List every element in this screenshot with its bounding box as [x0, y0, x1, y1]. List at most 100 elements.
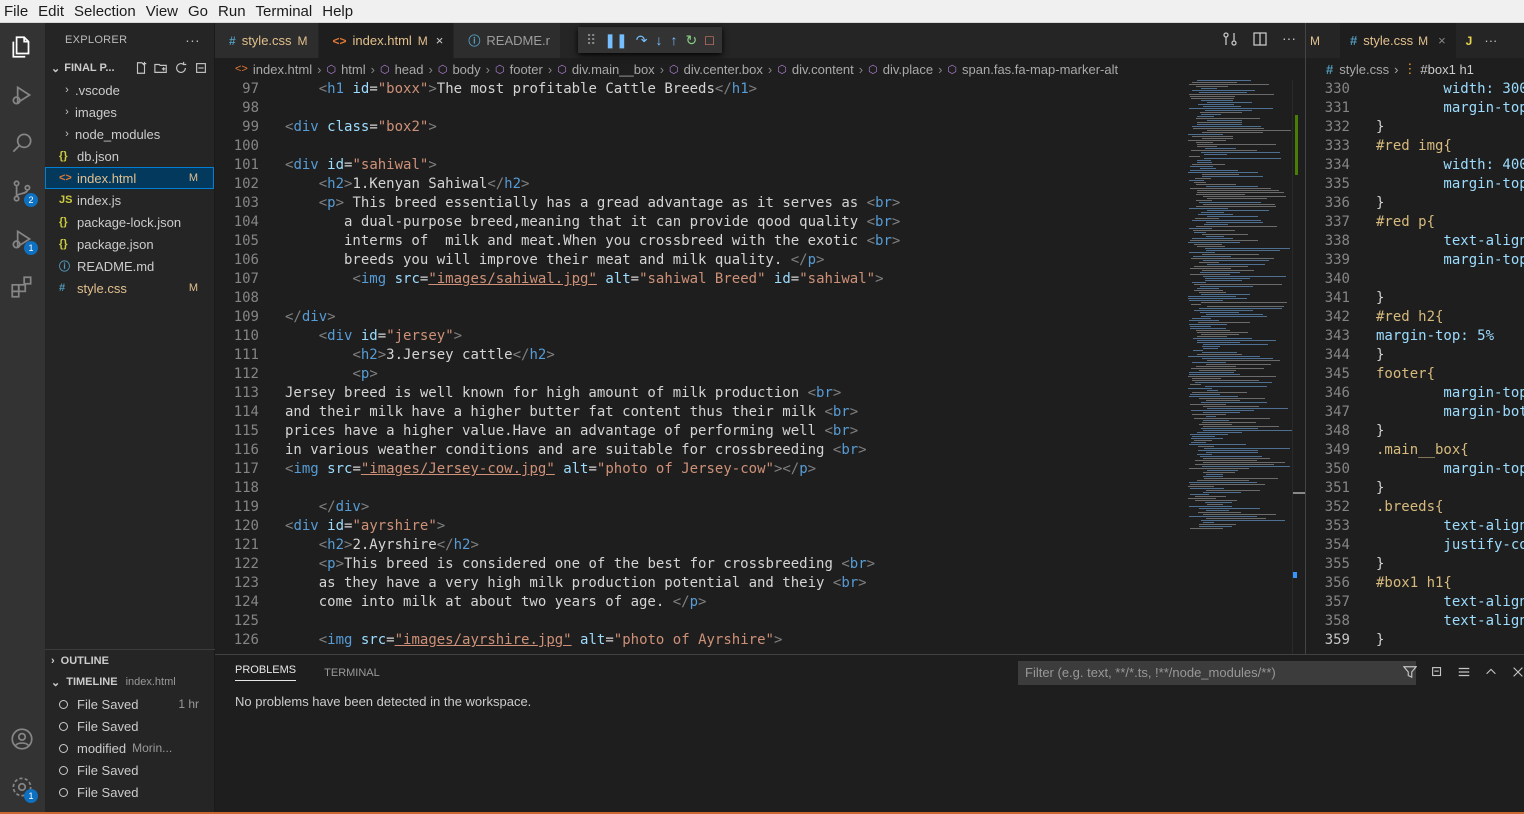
breadcrumb-item[interactable]: div.content	[792, 62, 854, 77]
breadcrumb-item[interactable]: div.place	[883, 62, 933, 77]
maximize-panel-icon[interactable]	[1484, 665, 1498, 679]
tab-index-html[interactable]: <> index.html M ×	[318, 23, 455, 58]
settings-gear-icon[interactable]: 1	[6, 771, 38, 803]
tree-item-index-js[interactable]: JS index.js	[45, 189, 214, 211]
explorer-title: EXPLORER ···	[45, 23, 214, 57]
tree-item-style-css[interactable]: # style.css M	[45, 277, 214, 299]
code-token: id	[765, 271, 791, 287]
menu-terminal[interactable]: Terminal	[252, 3, 319, 20]
debug-icon[interactable]: 1	[6, 223, 38, 255]
split-breadcrumb-file[interactable]: style.css	[1339, 62, 1389, 77]
close-panel-icon[interactable]	[1511, 665, 1524, 679]
breadcrumb-item[interactable]: span.fas.fa-map-marker-alt	[962, 62, 1118, 77]
tree-item-index-html[interactable]: <> index.html M	[45, 167, 214, 189]
extensions-icon[interactable]	[6, 271, 38, 303]
code-token: <	[352, 271, 361, 287]
line-content: interms of milk and meat.When you crossb…	[285, 232, 900, 251]
split-prev-tab-flag[interactable]: M	[1310, 34, 1320, 48]
code-token: >	[891, 233, 901, 249]
refresh-icon[interactable]	[174, 61, 188, 75]
tree-item-package-lock-json[interactable]: {} package-lock.json	[45, 211, 214, 233]
stop-icon[interactable]: □	[705, 32, 713, 48]
timeline-section[interactable]: ⌄ TIMELINE index.html	[45, 671, 215, 693]
tree-item-package-json[interactable]: {} package.json	[45, 233, 214, 255]
restart-icon[interactable]: ↻	[685, 32, 697, 49]
minimap-line	[1197, 124, 1242, 125]
tab-readme-r[interactable]: ⓘ README.r	[454, 23, 561, 58]
workspace-folder[interactable]: ⌄ FINAL P...	[45, 57, 214, 79]
tab-problems[interactable]: PROBLEMS	[235, 664, 297, 681]
timeline-item[interactable]: File Saved	[45, 715, 215, 737]
menu-help[interactable]: Help	[318, 3, 359, 20]
compare-changes-icon[interactable]	[1222, 31, 1238, 47]
step-out-icon[interactable]: ↑	[670, 32, 677, 48]
tree-item-readme-md[interactable]: ⓘ README.md	[45, 255, 214, 277]
timeline-item[interactable]: File Saved 1 hr	[45, 693, 215, 715]
run-debug-icon[interactable]	[6, 79, 38, 111]
timeline-item[interactable]: modified Morin...	[45, 737, 215, 759]
split-breadcrumb-selector[interactable]: #box1 h1	[1420, 62, 1474, 77]
step-into-icon[interactable]: ↓	[655, 32, 662, 48]
view-as-list-icon[interactable]	[1457, 665, 1471, 679]
search-icon[interactable]	[6, 127, 38, 159]
close-icon[interactable]: ×	[436, 33, 444, 48]
breadcrumb-item[interactable]: div.main__box	[572, 62, 655, 77]
timeline-item[interactable]: File Saved	[45, 759, 215, 781]
source-control-icon[interactable]: 2	[6, 175, 38, 207]
collapse-all-icon[interactable]	[194, 61, 208, 75]
menu-selection[interactable]: Selection	[70, 3, 142, 20]
breadcrumb-item[interactable]: body	[452, 62, 480, 77]
scm-badge: 2	[24, 193, 38, 207]
line-number: 353	[1324, 518, 1350, 534]
outline-section[interactable]: › OUTLINE	[45, 649, 215, 671]
tab-style-css[interactable]: # style.css M	[215, 23, 319, 58]
minimap[interactable]	[1180, 80, 1292, 654]
split-tab-style-css[interactable]: # style.css M ×	[1340, 23, 1456, 58]
minimap-line	[1202, 254, 1259, 255]
minimap-line	[1197, 190, 1279, 191]
code-token: >	[891, 214, 901, 230]
more-actions-icon[interactable]: ···	[1282, 31, 1296, 47]
menu-view[interactable]: View	[142, 3, 184, 20]
drag-handle-icon[interactable]: ⠿	[586, 32, 596, 49]
tab-terminal[interactable]: TERMINAL	[324, 667, 380, 679]
breadcrumb-item[interactable]: html	[341, 62, 366, 77]
minimap-line	[1194, 418, 1270, 419]
close-icon[interactable]: ×	[1438, 33, 1446, 48]
new-file-icon[interactable]	[134, 61, 148, 75]
menu-go[interactable]: Go	[184, 3, 214, 20]
minimap-line	[1196, 200, 1212, 201]
code-token: br	[875, 195, 892, 211]
code-token: .breeds{	[1376, 499, 1444, 515]
editor-scrollbar[interactable]	[1292, 80, 1305, 654]
tree-item-images[interactable]: › images	[45, 101, 214, 123]
tree-item-db-json[interactable]: {} db.json	[45, 145, 214, 167]
account-icon[interactable]	[6, 723, 38, 755]
code-token: <	[866, 233, 876, 249]
split-code-editor[interactable]: 330 width: 300 331 margin-top 332} 333 #red …	[1306, 80, 1524, 654]
split-editor-icon[interactable]	[1252, 31, 1268, 47]
js-file-icon[interactable]: J	[1466, 34, 1473, 48]
code-editor[interactable]: 97 <h1 id="boxx">The most profitable Cat…	[215, 80, 1180, 654]
menu-edit[interactable]: Edit	[34, 3, 70, 20]
line-content: <img src="images/sahiwal.jpg" alt="sahiw…	[285, 270, 883, 289]
menu-file[interactable]: File	[0, 3, 34, 20]
menu-run[interactable]: Run	[214, 3, 252, 20]
filter-icon[interactable]	[1403, 665, 1417, 679]
tree-item--vscode[interactable]: › .vscode	[45, 79, 214, 101]
new-folder-icon[interactable]	[154, 61, 168, 75]
more-actions-icon[interactable]: ···	[185, 32, 200, 48]
step-over-icon[interactable]: ↷	[636, 32, 648, 49]
explorer-icon[interactable]	[6, 31, 38, 63]
more-actions-icon[interactable]: ···	[1484, 33, 1497, 48]
breadcrumb-item[interactable]: index.html	[253, 62, 312, 77]
collapse-all-icon[interactable]	[1430, 665, 1444, 679]
breadcrumb-item[interactable]: footer	[510, 62, 543, 77]
breadcrumb-item[interactable]: head	[395, 62, 424, 77]
pause-icon[interactable]: ❚❚	[604, 32, 627, 49]
problems-filter-input[interactable]: Filter (e.g. text, **/*.ts, !**/node_mod…	[1018, 661, 1416, 685]
timeline-item[interactable]: File Saved	[45, 781, 215, 803]
breadcrumb-item[interactable]: div.center.box	[684, 62, 763, 77]
tree-item-node-modules[interactable]: › node_modules	[45, 123, 214, 145]
